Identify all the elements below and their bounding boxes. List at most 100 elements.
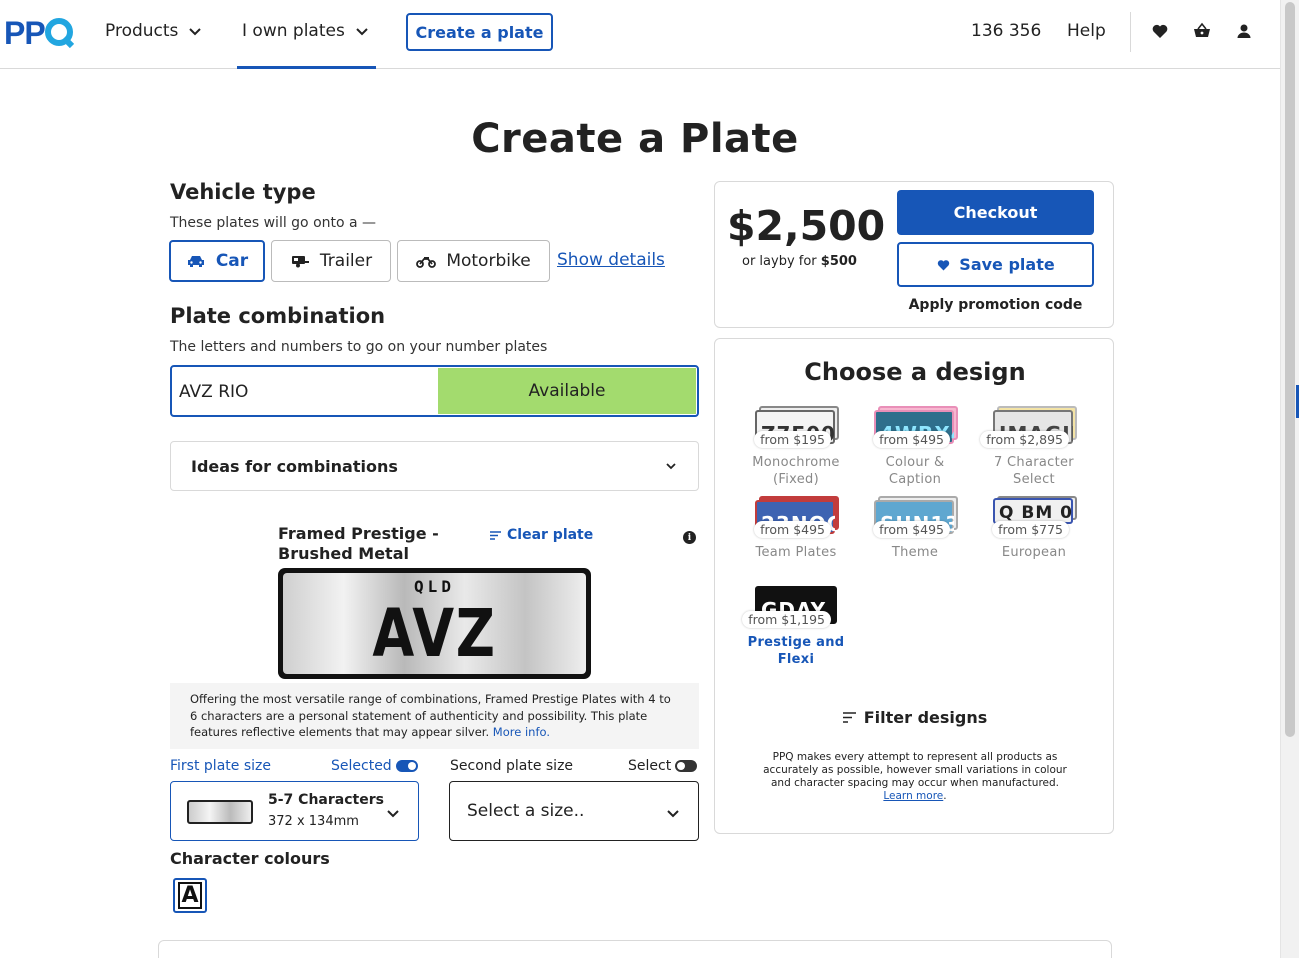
products-label: Products [105,21,179,41]
vehicle-motorbike-button[interactable]: Motorbike [397,240,550,282]
chevron-down-icon [667,810,679,818]
design-price: from $2,895 [980,431,1069,448]
design-name: Colour & Caption [885,455,945,487]
i-own-plates-label: I own plates [242,21,345,41]
layby-prefix: or layby for [742,254,817,269]
vehicle-type-sub: These plates will go onto a — [170,215,377,231]
show-details-link[interactable]: Show details [557,250,665,270]
design-thumbnail: IMAGIN3 from $2,895 [980,406,1077,448]
i-own-plates-menu[interactable]: I own plates [242,21,369,41]
design-name: Prestige and Flexi [747,635,845,667]
heart-icon[interactable] [1151,22,1169,40]
design-option-european[interactable]: Q BM 0IZ from $775 European [979,496,1089,561]
price-card: $2,500 or layby for $500 Checkout Save p… [714,181,1114,328]
combination-input[interactable] [179,382,429,402]
save-plate-label: Save plate [959,255,1055,274]
svg-text:PP: PP [4,15,45,50]
design-option-prestige-flexi[interactable]: GDAY from $1,195 Prestige and Flexi [741,586,851,668]
first-plate-toggle[interactable] [396,760,418,772]
design-option-team-plates[interactable]: 23NOC from $495 Team Plates [741,496,851,561]
clear-plate-button[interactable]: Clear plate [490,527,593,543]
design-name: Theme [891,545,939,560]
ppq-logo[interactable]: PP [4,14,74,50]
design-thumbnail: Q BM 0IZ from $775 [991,496,1077,538]
design-name: European [1001,545,1067,560]
filter-designs-button[interactable]: Filter designs [715,708,1115,727]
trailer-icon [291,256,309,268]
plate-combination-sub: The letters and numbers to go on your nu… [170,339,548,355]
second-plate-toggle[interactable] [675,760,697,772]
ideas-for-combinations-accordion[interactable]: Ideas for combinations [170,441,699,491]
character-colour-swatch-black[interactable]: A [173,878,207,913]
chevron-down-icon [356,28,368,36]
apply-promotion-code-link[interactable]: Apply promotion code [897,297,1094,313]
design-thumbnail: SUN13 from $495 [872,496,958,538]
design-price: from $495 [873,431,950,448]
active-nav-underline [237,66,376,69]
swatch-char: A [178,882,202,909]
learn-more-link[interactable]: Learn more [883,790,943,802]
ideas-label: Ideas for combinations [191,456,398,476]
layby-amount: $500 [820,254,857,269]
design-name: Monochrome (Fixed) [752,455,840,487]
plate-preview-face: QLD AVZ RIO [283,573,586,674]
info-icon[interactable]: i [683,531,696,544]
plate-state-text: QLD [414,577,455,596]
design-option-7-character[interactable]: IMAGIN3 from $2,895 7 Character Select [979,406,1089,488]
lines-icon [490,530,501,540]
vehicle-type-heading: Vehicle type [170,180,316,204]
plate-combination-heading: Plate combination [170,304,386,328]
design-option-theme[interactable]: SUN13 from $495 Theme [860,496,970,561]
save-plate-button[interactable]: Save plate [897,242,1094,287]
chevron-down-icon [189,28,202,36]
design-option-colour-caption[interactable]: 4WRX4 from $495 Colour & Caption [860,406,970,488]
filter-icon [842,712,856,723]
nav-divider [1130,12,1131,52]
scrollbar[interactable] [1280,0,1299,958]
next-section-card [158,940,1112,958]
design-option-monochrome[interactable]: Z7E00L from $195 Monochrome (Fixed) [741,406,851,488]
second-plate-size-dropdown[interactable]: Select a size.. [449,781,699,841]
combination-field: Available [170,365,699,417]
account-icon[interactable] [1235,22,1253,40]
heart-icon [938,259,950,270]
chevron-down-icon [387,810,399,818]
layby-text: or layby for $500 [742,254,857,269]
design-price: from $775 [992,521,1069,538]
first-size-dimensions: 372 x 134mm [268,814,359,829]
scrollbar-thumb[interactable] [1285,2,1295,737]
design-price: from $495 [873,521,950,538]
products-menu[interactable]: Products [105,21,202,41]
create-plate-button[interactable]: Create a plate [406,13,553,51]
design-price: from $195 [754,431,831,448]
design-price: from $495 [754,521,831,538]
first-plate-selected-label: Selected [331,758,392,774]
clear-plate-label: Clear plate [507,527,594,543]
motorbike-label: Motorbike [446,251,531,271]
first-plate-size-label: First plate size [170,758,271,774]
character-colours-heading: Character colours [170,849,330,868]
help-link[interactable]: Help [1067,21,1106,41]
design-thumbnail: GDAY from $1,195 [742,586,839,628]
first-size-name: 5-7 Characters [268,792,384,808]
plate-description-text: Offering the most versatile range of com… [190,692,671,739]
top-nav: PP Products I own plates Create a plate … [0,0,1280,69]
chevron-down-icon [666,463,676,470]
design-name: Team Plates [755,545,837,560]
motorbike-icon [416,257,437,268]
first-plate-size-dropdown[interactable]: 5-7 Characters 372 x 134mm [170,781,419,841]
basket-icon[interactable] [1193,22,1211,40]
design-price: from $1,195 [742,611,831,628]
second-size-placeholder: Select a size.. [467,801,585,821]
second-plate-size-label: Second plate size [450,758,574,774]
trailer-label: Trailer [319,251,373,271]
vehicle-trailer-button[interactable]: Trailer [271,240,391,282]
phone-number[interactable]: 136 356 [971,21,1041,41]
vehicle-car-button[interactable]: Car [169,240,265,282]
design-thumbnail: Z7E00L from $195 [753,406,839,448]
more-info-link[interactable]: More info. [493,725,550,739]
choose-design-heading: Choose a design [804,358,1026,386]
second-plate-select-label: Select [628,758,672,774]
availability-status: Available [438,368,696,414]
checkout-button[interactable]: Checkout [897,190,1094,235]
